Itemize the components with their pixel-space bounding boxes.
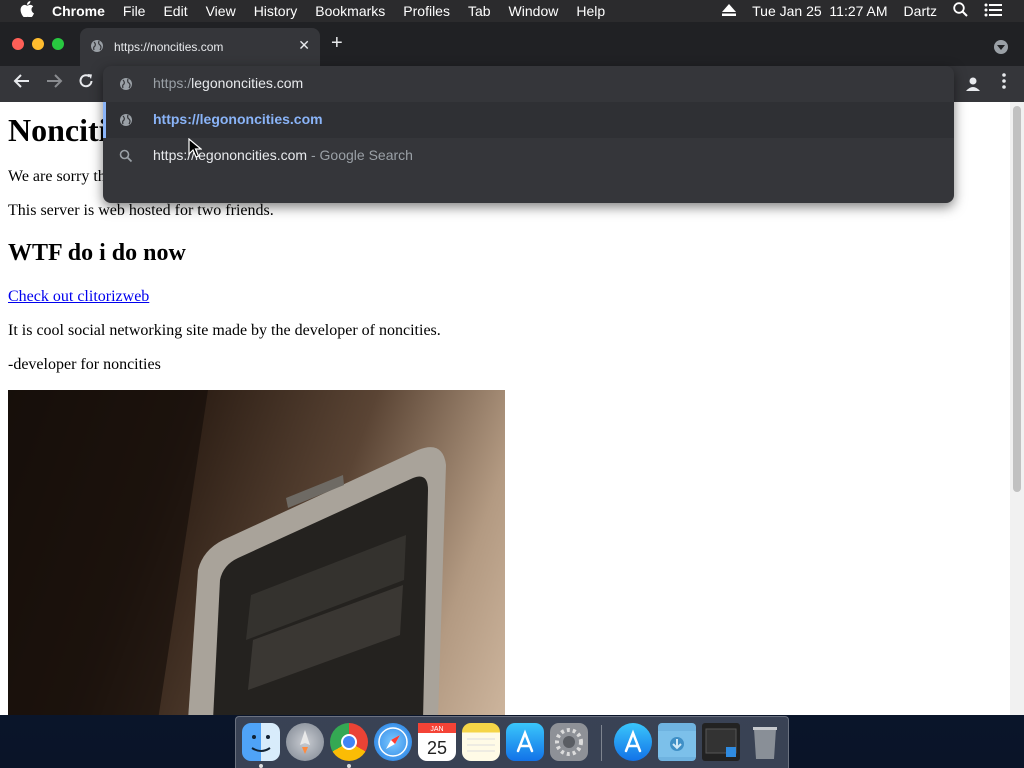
eject-icon[interactable] (722, 3, 737, 19)
reload-icon[interactable] (77, 72, 95, 95)
window-minimize-button[interactable] (32, 38, 44, 50)
window-close-button[interactable] (12, 38, 24, 50)
menu-profiles[interactable]: Profiles (403, 3, 450, 19)
omnibox-text-prefix: https:/ (153, 75, 192, 91)
downloads-folder-icon[interactable] (658, 723, 696, 761)
window-fullscreen-button[interactable] (52, 38, 64, 50)
chrome-menu-icon[interactable] (1001, 72, 1007, 95)
trash-icon[interactable] (746, 723, 784, 761)
notes-icon[interactable] (462, 723, 500, 761)
suggestion-search-query: https://legononcities.com (153, 147, 308, 163)
back-arrow-icon[interactable] (13, 72, 31, 95)
finder-running-indicator (259, 764, 263, 768)
menubar-user[interactable]: Dartz (904, 3, 937, 19)
suggestion-url-text: https://legononcities.com (153, 111, 323, 127)
menu-bookmarks[interactable]: Bookmarks (315, 3, 385, 19)
screenshot-icon[interactable] (702, 723, 740, 761)
globe-icon (119, 113, 133, 127)
profile-avatar-icon[interactable] (964, 75, 982, 93)
omnibox-dropdown[interactable]: https:/legononcities.com https://legonon… (103, 66, 954, 203)
app-store-folder-icon[interactable] (614, 723, 652, 761)
forward-arrow-icon[interactable] (45, 72, 63, 95)
browser-window: https://noncities.com ✕ + https:/legonon… (0, 22, 1024, 715)
spotlight-search-icon[interactable] (953, 2, 968, 20)
description-text: It is cool social networking site made b… (8, 322, 441, 339)
page-scrollbar[interactable] (1010, 102, 1024, 715)
globe-icon (119, 77, 133, 91)
omnibox-text[interactable]: https:/legononcities.com (153, 75, 303, 91)
dock-separator (601, 725, 602, 761)
menu-help[interactable]: Help (576, 3, 605, 19)
safari-icon[interactable] (374, 723, 412, 761)
app-store-icon[interactable] (506, 723, 544, 761)
menu-view[interactable]: View (206, 3, 236, 19)
menu-edit[interactable]: Edit (163, 3, 187, 19)
menu-file[interactable]: File (123, 3, 146, 19)
omnibox-text-typed: legononcities.com (191, 75, 304, 91)
app-menu-chrome[interactable]: Chrome (52, 3, 105, 19)
mouse-cursor-icon (188, 137, 203, 158)
calendar-month: JAN (430, 726, 443, 733)
apple-menu-icon[interactable] (18, 1, 36, 21)
menubar-clock[interactable]: Tue Jan 25 11:27 AM (752, 3, 887, 19)
search-icon (119, 149, 133, 163)
omnibox-suggestion-search[interactable]: https://legononcities.com - Google Searc… (103, 138, 954, 174)
chrome-running-indicator (347, 764, 351, 768)
menu-history[interactable]: History (254, 3, 298, 19)
browser-tab-active[interactable]: https://noncities.com ✕ (80, 28, 320, 66)
calendar-icon[interactable]: JAN 25 (418, 723, 456, 761)
new-tab-button[interactable]: + (331, 32, 343, 55)
computer-tower-photo (8, 390, 505, 715)
signature-text: -developer for noncities (8, 356, 161, 373)
menu-bar: Chrome File Edit View History Bookmarks … (0, 0, 1024, 22)
control-center-list-icon[interactable] (984, 3, 1002, 20)
menu-window[interactable]: Window (509, 3, 559, 19)
finder-icon[interactable] (242, 723, 280, 761)
tab-title: https://noncities.com (114, 40, 224, 54)
menu-tab[interactable]: Tab (468, 3, 491, 19)
section-heading: WTF do i do now (8, 240, 186, 266)
hosting-text: This server is web hosted for two friend… (8, 202, 274, 219)
launchpad-icon[interactable] (286, 723, 324, 761)
omnibox-input[interactable]: https:/legononcities.com (103, 66, 954, 102)
scrollbar-thumb[interactable] (1013, 106, 1021, 492)
calendar-day: 25 (427, 738, 447, 758)
tab-search-chevron-icon[interactable] (994, 40, 1008, 54)
clitorizweb-link[interactable]: Check out clitorizweb (8, 288, 149, 306)
system-preferences-icon[interactable] (550, 723, 588, 761)
suggestion-search-suffix: - Google Search (310, 147, 413, 163)
tab-close-icon[interactable]: ✕ (298, 37, 310, 54)
chrome-icon[interactable] (330, 723, 368, 761)
globe-icon (90, 39, 104, 53)
tab-strip: https://noncities.com ✕ + (0, 22, 1024, 66)
dock: JAN 25 (235, 716, 789, 768)
omnibox-suggestion-url[interactable]: https://legononcities.com (103, 102, 954, 138)
